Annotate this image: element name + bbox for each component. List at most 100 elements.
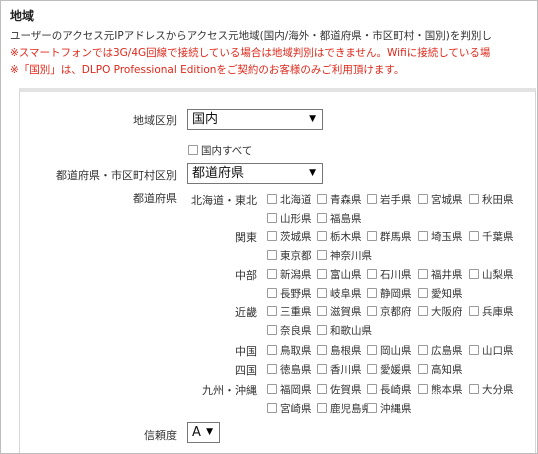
checkbox-icon[interactable] xyxy=(418,306,428,316)
checkbox-icon[interactable] xyxy=(317,325,327,335)
prefecture-checkbox[interactable]: 山形県 xyxy=(267,211,312,226)
prefecture-checkbox[interactable]: 滋賀県 xyxy=(317,304,362,319)
prefecture-checkbox[interactable]: 愛媛県 xyxy=(367,362,412,377)
checkbox-icon[interactable] xyxy=(188,145,198,155)
checkbox-icon[interactable] xyxy=(367,269,377,279)
checkbox-icon[interactable] xyxy=(469,194,479,204)
prefecture-checkbox[interactable]: 大分県 xyxy=(469,382,514,397)
prefecture-checkbox[interactable]: 奈良県 xyxy=(267,323,312,338)
checkbox-icon[interactable] xyxy=(367,403,377,413)
prefecture-checkbox[interactable]: 鹿児島県 xyxy=(317,401,372,416)
prefecture-checkbox[interactable]: 東京都 xyxy=(267,248,312,263)
prefecture-checkbox[interactable]: 宮崎県 xyxy=(267,401,312,416)
checkbox-icon[interactable] xyxy=(267,250,277,260)
prefecture-checkbox[interactable]: 熊本県 xyxy=(418,382,463,397)
prefecture-checkbox[interactable]: 山口県 xyxy=(469,343,514,358)
prefecture-checkbox[interactable]: 長野県 xyxy=(267,286,312,301)
region-type-select[interactable]: 国内 ▼ xyxy=(187,109,323,130)
prefecture-checkbox[interactable]: 茨城県 xyxy=(267,229,312,244)
prefecture-checkbox[interactable]: 和歌山県 xyxy=(317,323,372,338)
prefecture-checkbox[interactable]: 宮城県 xyxy=(418,192,463,207)
prefecture-checkbox[interactable]: 高知県 xyxy=(418,362,463,377)
prefecture-checkbox[interactable]: 徳島県 xyxy=(267,362,312,377)
domestic-all-checkbox[interactable]: 国内すべて xyxy=(188,143,252,158)
prefecture-label: 山形県 xyxy=(280,213,312,225)
checkbox-icon[interactable] xyxy=(317,345,327,355)
prefecture-checkbox[interactable]: 福岡県 xyxy=(267,382,312,397)
checkbox-icon[interactable] xyxy=(317,306,327,316)
checkbox-icon[interactable] xyxy=(317,250,327,260)
checkbox-icon[interactable] xyxy=(317,194,327,204)
checkbox-icon[interactable] xyxy=(267,306,277,316)
checkbox-icon[interactable] xyxy=(267,231,277,241)
prefecture-checkbox[interactable]: 岡山県 xyxy=(367,343,412,358)
checkbox-icon[interactable] xyxy=(469,384,479,394)
checkbox-icon[interactable] xyxy=(267,364,277,374)
prefecture-checkbox[interactable]: 香川県 xyxy=(317,362,362,377)
prefecture-checkbox[interactable]: 秋田県 xyxy=(469,192,514,207)
checkbox-icon[interactable] xyxy=(317,269,327,279)
reliability-select[interactable]: A ▼ xyxy=(187,422,220,443)
checkbox-icon[interactable] xyxy=(317,288,327,298)
prefecture-checkbox[interactable]: 福井県 xyxy=(418,267,463,282)
prefecture-checkbox[interactable]: 青森県 xyxy=(317,192,362,207)
checkbox-icon[interactable] xyxy=(469,269,479,279)
checkbox-icon[interactable] xyxy=(317,213,327,223)
prefecture-checkbox[interactable]: 静岡県 xyxy=(367,286,412,301)
prefecture-checkbox[interactable]: 群馬県 xyxy=(367,229,412,244)
prefecture-checkbox[interactable]: 三重県 xyxy=(267,304,312,319)
checkbox-icon[interactable] xyxy=(267,403,277,413)
checkbox-icon[interactable] xyxy=(317,403,327,413)
checkbox-icon[interactable] xyxy=(469,306,479,316)
prefecture-checkbox[interactable]: 神奈川県 xyxy=(317,248,372,263)
prefecture-checkbox[interactable]: 福島県 xyxy=(317,211,362,226)
checkbox-icon[interactable] xyxy=(267,269,277,279)
checkbox-icon[interactable] xyxy=(317,364,327,374)
checkbox-icon[interactable] xyxy=(418,231,428,241)
checkbox-icon[interactable] xyxy=(418,288,428,298)
checkbox-icon[interactable] xyxy=(267,345,277,355)
checkbox-icon[interactable] xyxy=(418,269,428,279)
prefecture-checkbox[interactable]: 岩手県 xyxy=(367,192,412,207)
checkbox-icon[interactable] xyxy=(267,213,277,223)
prefecture-checkbox[interactable]: 富山県 xyxy=(317,267,362,282)
prefecture-checkbox[interactable]: 沖縄県 xyxy=(367,401,412,416)
prefecture-checkbox[interactable]: 広島県 xyxy=(418,343,463,358)
checkbox-icon[interactable] xyxy=(267,194,277,204)
checkbox-icon[interactable] xyxy=(317,231,327,241)
prefecture-checkbox[interactable]: 石川県 xyxy=(367,267,412,282)
checkbox-icon[interactable] xyxy=(367,384,377,394)
prefecture-checkbox[interactable]: 鳥取県 xyxy=(267,343,312,358)
prefecture-checkbox[interactable]: 島根県 xyxy=(317,343,362,358)
checkbox-icon[interactable] xyxy=(367,345,377,355)
prefecture-checkbox[interactable]: 山梨県 xyxy=(469,267,514,282)
checkbox-icon[interactable] xyxy=(267,288,277,298)
prefecture-checkbox[interactable]: 新潟県 xyxy=(267,267,312,282)
checkbox-icon[interactable] xyxy=(367,306,377,316)
checkbox-icon[interactable] xyxy=(317,384,327,394)
checkbox-icon[interactable] xyxy=(367,194,377,204)
prefecture-checkbox[interactable]: 千葉県 xyxy=(469,229,514,244)
checkbox-icon[interactable] xyxy=(469,231,479,241)
checkbox-icon[interactable] xyxy=(267,325,277,335)
checkbox-icon[interactable] xyxy=(367,364,377,374)
prefecture-checkbox[interactable]: 佐賀県 xyxy=(317,382,362,397)
checkbox-icon[interactable] xyxy=(418,384,428,394)
prefecture-checkbox[interactable]: 京都府 xyxy=(367,304,412,319)
checkbox-icon[interactable] xyxy=(418,364,428,374)
prefecture-checkbox[interactable]: 栃木県 xyxy=(317,229,362,244)
checkbox-icon[interactable] xyxy=(469,345,479,355)
prefecture-checkbox[interactable]: 兵庫県 xyxy=(469,304,514,319)
prefecture-checkbox[interactable]: 大阪府 xyxy=(418,304,463,319)
checkbox-icon[interactable] xyxy=(418,194,428,204)
prefecture-checkbox[interactable]: 北海道 xyxy=(267,192,312,207)
checkbox-icon[interactable] xyxy=(367,288,377,298)
prefecture-checkbox[interactable]: 長崎県 xyxy=(367,382,412,397)
prefecture-checkbox[interactable]: 岐阜県 xyxy=(317,286,362,301)
checkbox-icon[interactable] xyxy=(367,231,377,241)
prefecture-checkbox[interactable]: 愛知県 xyxy=(418,286,463,301)
checkbox-icon[interactable] xyxy=(267,384,277,394)
checkbox-icon[interactable] xyxy=(418,345,428,355)
pref-city-select[interactable]: 都道府県 ▼ xyxy=(187,163,323,184)
prefecture-checkbox[interactable]: 埼玉県 xyxy=(418,229,463,244)
